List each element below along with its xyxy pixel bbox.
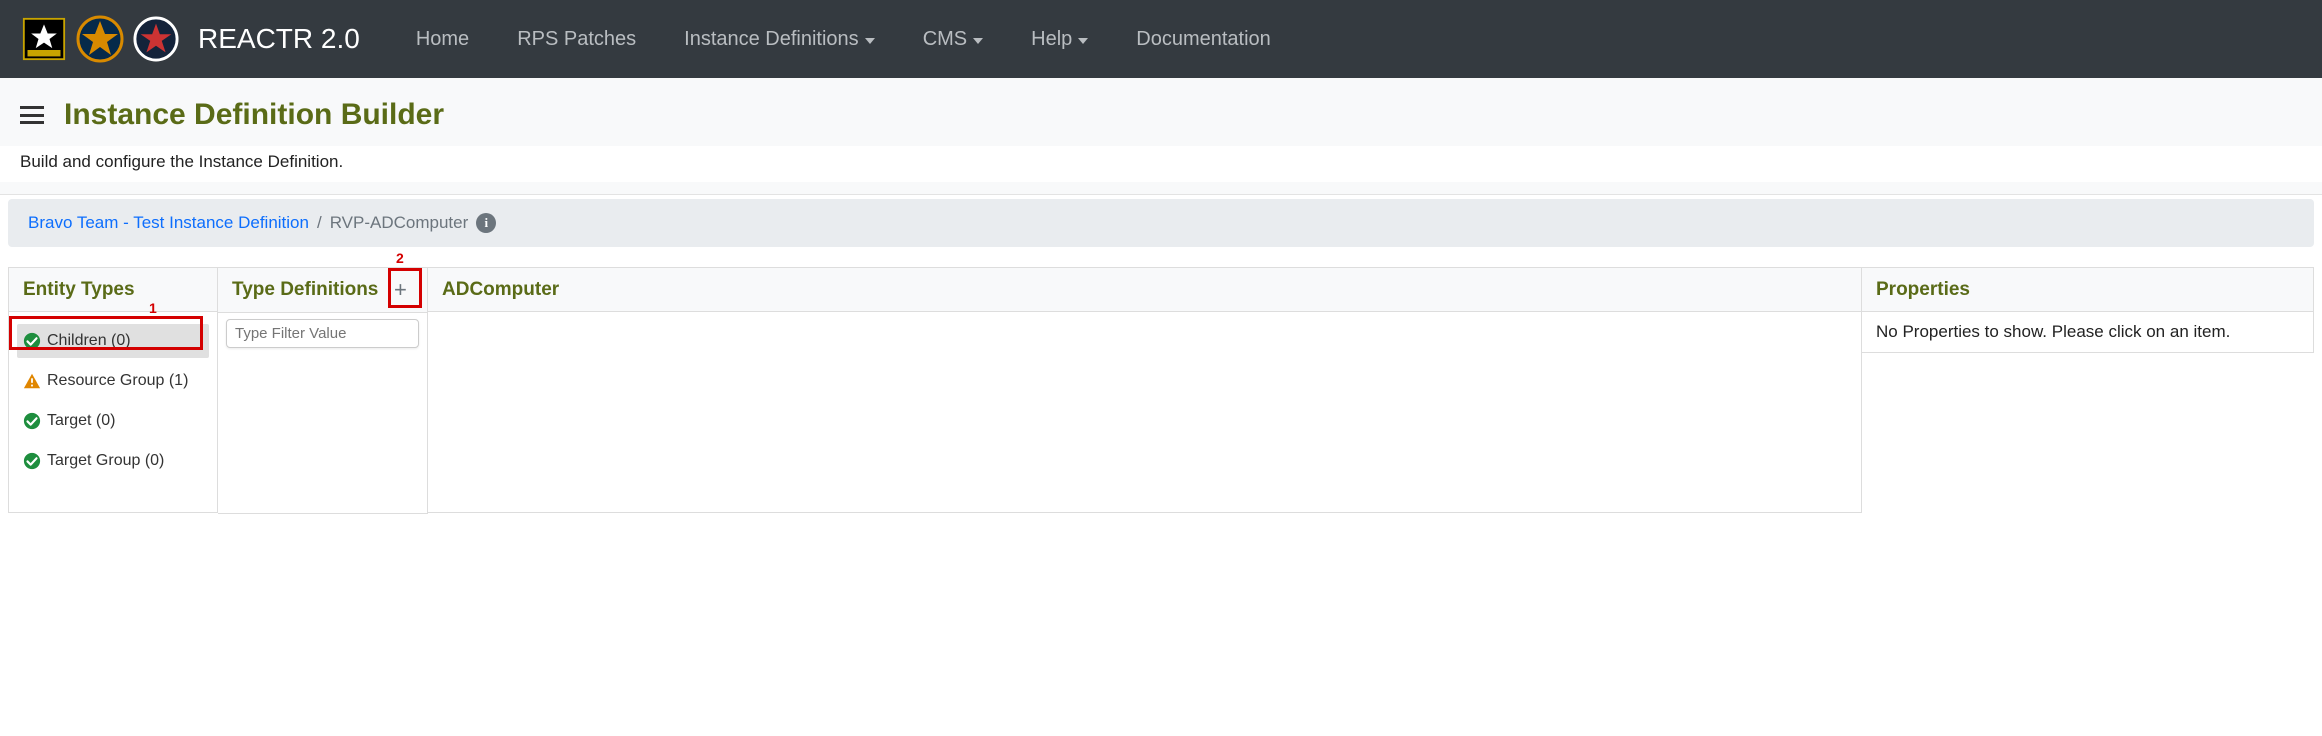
nav-cms[interactable]: CMS: [903, 20, 1003, 59]
panel-type-definitions-body: [218, 313, 427, 513]
logo-us-army: [20, 15, 68, 63]
panel-entity-types-header: Entity Types: [9, 268, 217, 312]
page-title: Instance Definition Builder: [64, 98, 444, 132]
add-type-definition-button[interactable]: +: [388, 278, 412, 302]
panel-entity-types: Entity Types Children (0) Resource Group…: [8, 267, 218, 513]
brand-logos: [20, 15, 180, 63]
check-circle-icon: [23, 452, 41, 470]
chevron-down-icon: [865, 38, 875, 44]
panel-type-definitions-header: Type Definitions +: [218, 268, 427, 313]
panel-properties-header: Properties: [1862, 268, 2313, 312]
panel-main-header: ADComputer: [428, 268, 1861, 312]
panel-main: ADComputer: [428, 267, 1862, 513]
nav-help[interactable]: Help: [1011, 20, 1108, 59]
brand-text: REACTR 2.0: [198, 23, 360, 55]
nav-instance-definitions-label: Instance Definitions: [684, 28, 859, 51]
entity-type-label: Target Group (0): [47, 452, 164, 470]
logo-emblem-red: [132, 15, 180, 63]
info-icon[interactable]: i: [476, 213, 496, 233]
type-filter-input[interactable]: [226, 319, 419, 348]
nav-instance-definitions[interactable]: Instance Definitions: [664, 20, 895, 59]
page-header: Instance Definition Builder Build and co…: [0, 78, 2322, 195]
breadcrumb-link[interactable]: Bravo Team - Test Instance Definition: [28, 213, 309, 233]
nav-home[interactable]: Home: [396, 20, 489, 59]
breadcrumb-current: RVP-ADComputer: [330, 213, 469, 233]
annotation-label-2: 2: [396, 250, 404, 266]
builder-panels: Entity Types Children (0) Resource Group…: [8, 267, 2314, 514]
top-navbar: REACTR 2.0 Home RPS Patches Instance Def…: [0, 0, 2322, 78]
breadcrumb: Bravo Team - Test Instance Definition / …: [8, 199, 2314, 247]
panel-type-definitions-title: Type Definitions: [232, 279, 378, 301]
panel-properties: Properties No Properties to show. Please…: [1862, 267, 2314, 353]
entity-type-resource-group[interactable]: Resource Group (1): [17, 364, 209, 398]
nav-rps-patches[interactable]: RPS Patches: [497, 20, 656, 59]
page-subtitle: Build and configure the Instance Definit…: [0, 146, 2322, 182]
chevron-down-icon: [1078, 38, 1088, 44]
nav-links: Home RPS Patches Instance Definitions CM…: [396, 20, 1291, 59]
panel-type-definitions: Type Definitions + 2: [218, 267, 428, 514]
nav-help-label: Help: [1031, 28, 1072, 51]
entity-type-label: Resource Group (1): [47, 372, 188, 390]
chevron-down-icon: [973, 38, 983, 44]
warning-triangle-icon: [23, 372, 41, 390]
entity-type-label: Children (0): [47, 332, 131, 350]
nav-cms-label: CMS: [923, 28, 967, 51]
entity-type-children[interactable]: Children (0): [17, 324, 209, 358]
annotation-label-1: 1: [149, 300, 157, 316]
nav-documentation[interactable]: Documentation: [1116, 20, 1291, 59]
breadcrumb-separator: /: [317, 213, 322, 233]
logo-emblem-orange: [76, 15, 124, 63]
entity-type-target-group[interactable]: Target Group (0): [17, 444, 209, 478]
check-circle-icon: [23, 412, 41, 430]
panel-entity-types-body: Children (0) Resource Group (1) Target (…: [9, 312, 217, 512]
entity-type-target[interactable]: Target (0): [17, 404, 209, 438]
check-circle-icon: [23, 332, 41, 350]
hamburger-menu-icon[interactable]: [20, 106, 44, 124]
entity-type-label: Target (0): [47, 412, 115, 430]
panel-main-body: [428, 312, 1861, 512]
properties-empty-message: No Properties to show. Please click on a…: [1862, 312, 2313, 352]
